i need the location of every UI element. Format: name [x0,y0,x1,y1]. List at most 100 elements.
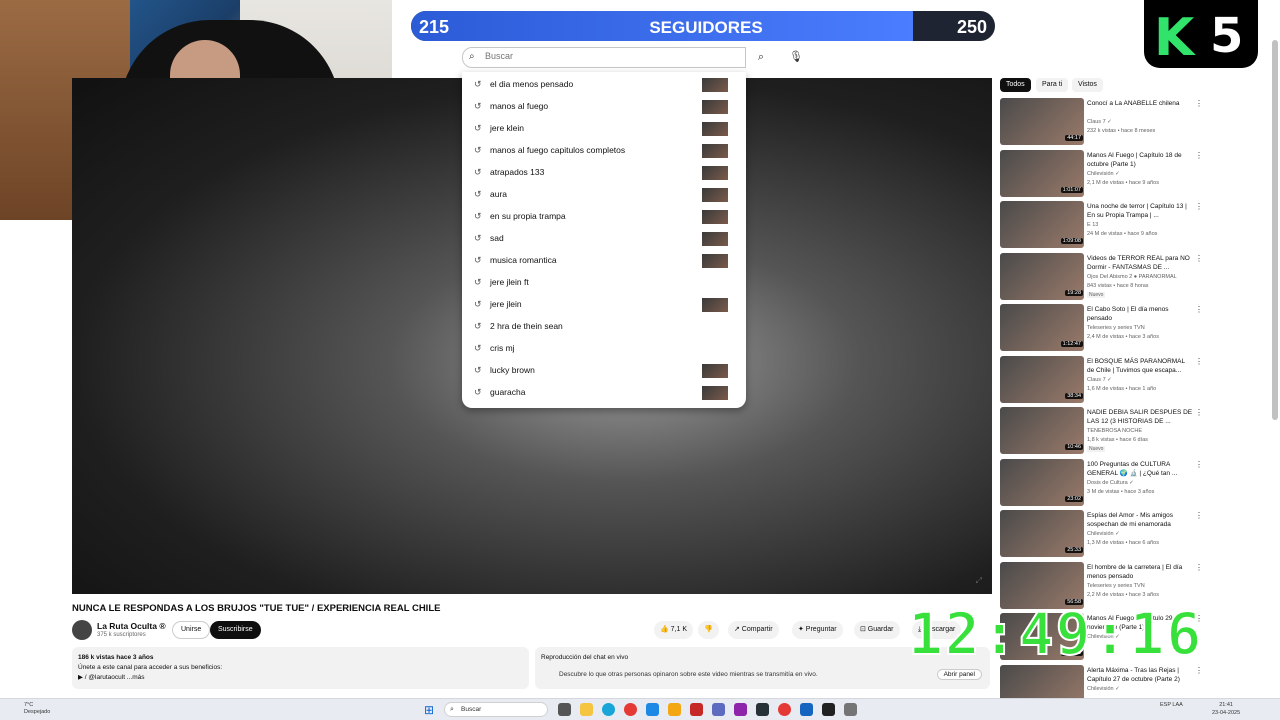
recommended-video[interactable]: Una noche de terror | Capítulo 13 | En s… [1000,201,1205,251]
settings-icon[interactable] [844,703,857,716]
edge-icon[interactable] [602,703,615,716]
suggestion-item[interactable]: ↺ manos al fuego capitulos completos [462,140,746,162]
suggestion-item[interactable]: ↺ lucky brown [462,360,746,382]
video-channel[interactable]: E 13 [1087,222,1098,228]
suggestion-item[interactable]: ↺ 2 hra de thein sean [462,316,746,338]
video-channel[interactable]: Teleseries y series TVN [1087,583,1145,589]
more-options-icon[interactable]: ⋮ [1195,563,1203,572]
suggestion-item[interactable]: ↺ atrapados 133 [462,162,746,184]
voice-search-button[interactable]: 🎙 [786,47,806,68]
suggestion-item[interactable]: ↺ el dia menos pensado [462,74,746,96]
obs-icon[interactable] [734,703,747,716]
scrollbar[interactable] [1272,40,1278,420]
more-options-icon[interactable]: ⋮ [1195,99,1203,108]
description-box[interactable]: 186 k vistas hace 3 años Únete a este ca… [72,647,529,689]
video-title[interactable]: El hombre de la carretera | El día menos… [1087,563,1193,581]
more-options-icon[interactable]: ⋮ [1195,511,1203,520]
video-channel[interactable]: Chilevisión ✓ [1087,531,1120,537]
recommended-video[interactable]: Conocí a La ANABELLE chilena Claus 7 ✓ 232… [1000,98,1205,148]
description-more[interactable]: ▶ / @larutaocult ...más [78,673,523,683]
video-channel[interactable]: Claus 7 ✓ [1087,377,1112,383]
more-options-icon[interactable]: ⋮ [1195,254,1203,263]
fullscreen-icon[interactable]: ⤢ [976,576,982,586]
more-options-icon[interactable]: ⋮ [1195,202,1203,211]
join-button[interactable]: Unirse [172,621,211,639]
recommended-video[interactable]: Espías del Amor - Mis amigos sospechan d… [1000,510,1205,560]
system-tray-language[interactable]: ESP LAA [1160,702,1183,708]
steam-icon[interactable] [756,703,769,716]
video-title[interactable]: El Cabo Soto | El día menos pensado [1087,305,1193,323]
file-explorer-icon[interactable] [580,703,593,716]
channel-avatar[interactable] [72,620,92,640]
video-duration: 10:46 [1065,444,1083,450]
video-title[interactable]: Espías del Amor - Mis amigos sospechan d… [1087,511,1193,529]
suggestion-item[interactable]: ↺ jere jlein ft [462,272,746,294]
recommended-video[interactable]: NADIE DEBIA SALIR DESPUES DE LAS 12 (3 H… [1000,407,1205,457]
weather-widget[interactable]: 7°C Despejado [24,702,50,716]
video-title[interactable]: Conocí a La ANABELLE chilena [1087,99,1193,108]
video-channel[interactable]: Ojos Del Abismo 2 ● PARANORMAL [1087,274,1177,280]
dislike-button[interactable]: 👎 [698,621,719,639]
video-title[interactable]: Una noche de terror | Capítulo 13 | En s… [1087,202,1193,220]
subscribe-button[interactable]: Suscribirse [210,621,261,639]
recommended-video[interactable]: Manos Al Fuego | Capítulo 18 de octubre … [1000,149,1205,200]
suggestion-item[interactable]: ↺ en su propia trampa [462,206,746,228]
recommended-video[interactable]: 100 Preguntas de CULTURA GENERAL 🌍 🔬 | ¿… [1000,458,1205,509]
search-input[interactable] [485,51,735,61]
app-icon-3[interactable] [822,703,835,716]
more-options-icon[interactable]: ⋮ [1195,357,1203,366]
video-duration: 44:17 [1065,135,1083,141]
video-channel[interactable]: Chilevisión ✓ [1087,686,1120,692]
save-button[interactable]: ⊡ Guardar [854,621,900,639]
video-channel[interactable]: Teleseries y series TVN [1087,325,1145,331]
mail-icon[interactable] [646,703,659,716]
app-icon-2[interactable] [800,703,813,716]
search-button[interactable]: ⌕ [750,47,772,68]
open-chat-button[interactable]: Abrir panel [936,669,982,680]
more-options-icon[interactable]: ⋮ [1195,460,1203,469]
folder-icon[interactable] [668,703,681,716]
windows-start-icon[interactable]: ⊞ [424,703,434,717]
chrome-icon[interactable] [624,703,637,716]
suggestion-item[interactable]: ↺ aura [462,184,746,206]
recommended-video[interactable]: Videos de TERROR REAL para NO Dormir - F… [1000,252,1205,303]
video-title[interactable]: NADIE DEBIA SALIR DESPUES DE LAS 12 (3 H… [1087,408,1193,426]
video-channel[interactable]: Claus 7 ✓ [1087,119,1112,125]
video-channel[interactable]: TENEBROSA NOCHE [1087,428,1142,434]
video-channel[interactable]: Chilevisión ✓ [1087,171,1120,177]
chip-for-you[interactable]: Para ti [1036,78,1069,92]
more-options-icon[interactable]: ⋮ [1195,151,1203,160]
chip-watched[interactable]: Vistos [1072,78,1103,92]
suggestion-item[interactable]: ↺ musica romantica [462,250,746,272]
video-title[interactable]: Videos de TERROR REAL para NO Dormir - F… [1087,254,1193,272]
weather-temp: 7°C [24,702,34,708]
suggestion-item[interactable]: ↺ guaracha [462,382,746,404]
more-options-icon[interactable]: ⋮ [1195,305,1203,314]
suggestion-item[interactable]: ↺ sad [462,228,746,250]
video-title[interactable]: Manos Al Fuego | Capítulo 18 de octubre … [1087,151,1193,169]
suggestion-item[interactable]: ↺ jere klein [462,118,746,140]
task-view-icon[interactable] [558,703,571,716]
suggestion-text: en su propia trampa [490,211,566,221]
chip-all[interactable]: Todos [1000,78,1031,92]
channel-name[interactable]: La Ruta Oculta ® [97,621,166,631]
taskbar-search[interactable]: ⌕ Buscar [444,702,548,717]
video-title[interactable]: 100 Preguntas de CULTURA GENERAL 🌍 🔬 | ¿… [1087,460,1193,478]
netflix-icon[interactable] [690,703,703,716]
system-clock[interactable]: 21:41 23-04-2025 [1212,701,1240,717]
video-title[interactable]: Alerta Máxima - Tras las Rejas | Capítul… [1087,666,1193,684]
recommended-video[interactable]: El BOSQUE MÁS PARANORMAL de Chile | Tuvi… [1000,355,1205,406]
suggestion-item[interactable]: ↺ manos al fuego [462,96,746,118]
suggestion-item[interactable]: ↺ jere jlein [462,294,746,316]
more-options-icon[interactable]: ⋮ [1195,408,1203,417]
suggestion-item[interactable]: ↺ cris mj [462,338,746,360]
like-button[interactable]: 👍 7,1 K [654,621,694,639]
app-icon[interactable] [778,703,791,716]
recommended-video[interactable]: El Cabo Soto | El día menos pensado Teles… [1000,304,1205,354]
discord-icon[interactable] [712,703,725,716]
share-button[interactable]: ↗ Compartir [728,621,779,639]
search-box[interactable]: ⌕ [462,47,746,68]
ask-button[interactable]: ✦ Preguntar [792,621,843,639]
video-title[interactable]: El BOSQUE MÁS PARANORMAL de Chile | Tuvi… [1087,357,1193,375]
video-channel[interactable]: Dosis de Cultura ✓ [1087,480,1134,486]
